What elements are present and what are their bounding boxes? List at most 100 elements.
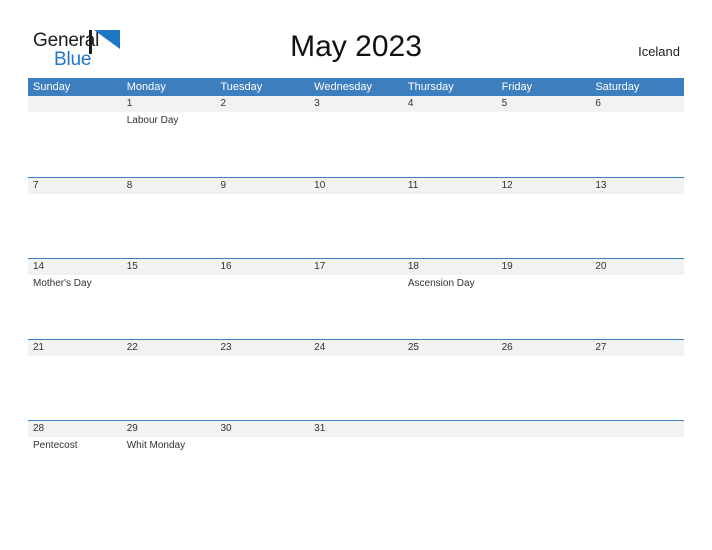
day-number[interactable]: 21 xyxy=(28,340,122,356)
day-cell[interactable]: Whit Monday xyxy=(122,437,216,501)
region-label: Iceland xyxy=(638,44,680,59)
day-number[interactable]: 20 xyxy=(590,259,684,275)
event-label: Mother's Day xyxy=(33,278,92,289)
weekday-header-sunday: Sunday xyxy=(33,81,71,93)
day-number[interactable]: 28 xyxy=(28,421,122,437)
day-number[interactable]: 23 xyxy=(215,340,309,356)
weekday-header-friday: Friday xyxy=(501,81,533,93)
week-row: 7 8 9 10 11 12 13 xyxy=(28,177,684,258)
event-label: Whit Monday xyxy=(126,440,186,451)
day-cell[interactable] xyxy=(497,437,591,501)
day-number[interactable] xyxy=(497,421,591,437)
week-row: 28 29 30 31 Pentecost Whit Monday xyxy=(28,420,684,501)
day-number[interactable]: 3 xyxy=(309,96,403,112)
calendar-grid: Sunday Monday Tuesday Wednesday Thursday… xyxy=(28,78,684,501)
day-number[interactable]: 16 xyxy=(215,259,309,275)
week-row: 1 2 3 4 5 6 Labour Day xyxy=(28,96,684,177)
week-date-strip: 1 2 3 4 5 6 xyxy=(28,96,684,112)
day-number[interactable]: 9 xyxy=(215,178,309,194)
event-label: Ascension Day xyxy=(407,278,475,289)
day-number[interactable]: 31 xyxy=(309,421,403,437)
day-cell[interactable]: Ascension Day xyxy=(403,275,497,339)
weekday-header-row: Sunday Monday Tuesday Wednesday Thursday… xyxy=(28,78,684,96)
day-number[interactable]: 18 xyxy=(403,259,497,275)
day-number[interactable] xyxy=(590,421,684,437)
day-cell[interactable]: Pentecost xyxy=(28,437,122,501)
week-event-strip: Pentecost Whit Monday xyxy=(28,437,684,501)
day-number[interactable]: 10 xyxy=(309,178,403,194)
day-cell[interactable] xyxy=(590,356,684,420)
day-number[interactable]: 14 xyxy=(28,259,122,275)
page-header: General Blue May 2023 Iceland xyxy=(0,0,712,78)
day-cell[interactable] xyxy=(497,112,591,176)
day-cell[interactable] xyxy=(122,275,216,339)
day-cell[interactable] xyxy=(28,112,122,176)
day-cell[interactable] xyxy=(403,437,497,501)
day-cell[interactable] xyxy=(215,356,309,420)
day-cell[interactable] xyxy=(215,437,309,501)
day-number[interactable]: 29 xyxy=(122,421,216,437)
day-number[interactable]: 24 xyxy=(309,340,403,356)
day-cell[interactable] xyxy=(497,356,591,420)
day-number[interactable]: 1 xyxy=(122,96,216,112)
week-row: 21 22 23 24 25 26 27 xyxy=(28,339,684,420)
day-number[interactable]: 5 xyxy=(497,96,591,112)
day-cell[interactable] xyxy=(590,437,684,501)
day-cell[interactable] xyxy=(497,275,591,339)
day-number[interactable]: 26 xyxy=(497,340,591,356)
day-cell[interactable] xyxy=(215,194,309,258)
day-cell[interactable] xyxy=(403,112,497,176)
day-cell[interactable] xyxy=(309,437,403,501)
day-cell[interactable] xyxy=(403,194,497,258)
week-event-strip: Mother's Day Ascension Day xyxy=(28,275,684,339)
day-cell[interactable] xyxy=(28,356,122,420)
page-title: May 2023 xyxy=(290,30,422,63)
day-cell[interactable] xyxy=(309,194,403,258)
day-cell[interactable]: Labour Day xyxy=(122,112,216,176)
day-number[interactable]: 7 xyxy=(28,178,122,194)
weekday-header-monday: Monday xyxy=(126,81,166,93)
day-number[interactable]: 30 xyxy=(215,421,309,437)
weekday-header-thursday: Thursday xyxy=(407,81,454,93)
calendar-page: General Blue May 2023 Iceland Sunday Mon… xyxy=(0,0,712,550)
day-cell[interactable] xyxy=(215,275,309,339)
day-number[interactable] xyxy=(403,421,497,437)
day-cell[interactable] xyxy=(28,194,122,258)
day-number[interactable]: 27 xyxy=(590,340,684,356)
weekday-header-tuesday: Tuesday xyxy=(220,81,263,93)
day-number[interactable]: 4 xyxy=(403,96,497,112)
day-cell[interactable]: Mother's Day xyxy=(28,275,122,339)
day-number[interactable]: 2 xyxy=(215,96,309,112)
day-number[interactable]: 11 xyxy=(403,178,497,194)
week-event-strip xyxy=(28,356,684,420)
day-cell[interactable] xyxy=(590,194,684,258)
day-cell[interactable] xyxy=(590,275,684,339)
day-number[interactable]: 13 xyxy=(590,178,684,194)
event-label: Pentecost xyxy=(33,440,78,451)
day-number[interactable]: 8 xyxy=(122,178,216,194)
day-number[interactable]: 25 xyxy=(403,340,497,356)
day-number[interactable]: 15 xyxy=(122,259,216,275)
day-number[interactable]: 22 xyxy=(122,340,216,356)
weekday-header-saturday: Saturday xyxy=(595,81,640,93)
day-cell[interactable] xyxy=(590,112,684,176)
week-date-strip: 14 15 16 17 18 19 20 xyxy=(28,259,684,275)
week-event-strip: Labour Day xyxy=(28,112,684,176)
week-date-strip: 7 8 9 10 11 12 13 xyxy=(28,178,684,194)
day-cell[interactable] xyxy=(122,356,216,420)
day-cell[interactable] xyxy=(309,275,403,339)
day-number[interactable]: 19 xyxy=(497,259,591,275)
day-cell[interactable] xyxy=(309,112,403,176)
day-number[interactable]: 6 xyxy=(590,96,684,112)
day-number[interactable]: 17 xyxy=(309,259,403,275)
week-date-strip: 21 22 23 24 25 26 27 xyxy=(28,340,684,356)
week-row: 14 15 16 17 18 19 20 Mother's Day Ascens… xyxy=(28,258,684,339)
day-cell[interactable] xyxy=(403,356,497,420)
day-number[interactable]: 12 xyxy=(497,178,591,194)
day-cell[interactable] xyxy=(122,194,216,258)
day-cell[interactable] xyxy=(309,356,403,420)
week-date-strip: 28 29 30 31 xyxy=(28,421,684,437)
day-cell[interactable] xyxy=(497,194,591,258)
day-cell[interactable] xyxy=(215,112,309,176)
day-number[interactable] xyxy=(28,96,122,112)
